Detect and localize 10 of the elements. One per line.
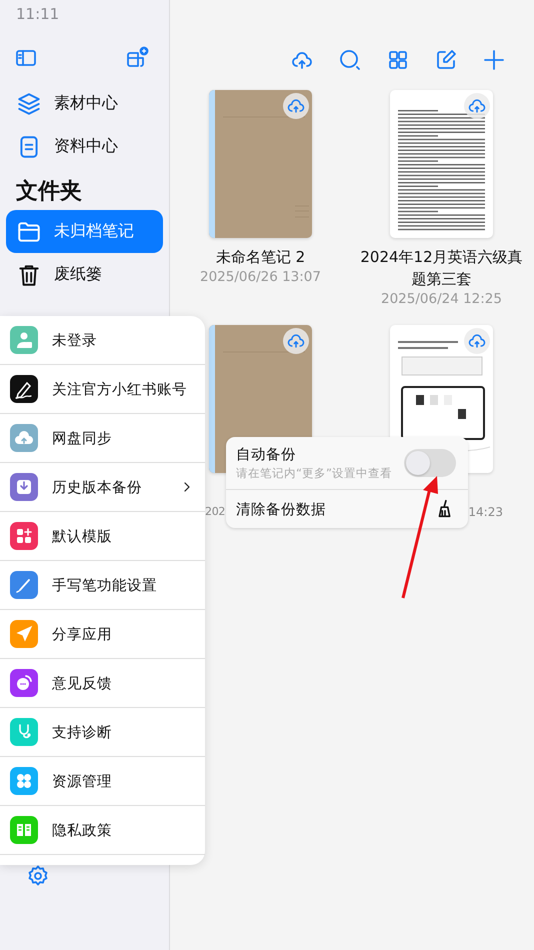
note-title: 2024年12月英语六级真题第三套: [359, 247, 524, 290]
setting-hint: 请在笔记内“更多”设置中查看: [236, 466, 393, 481]
note-date: 14:23: [468, 505, 503, 519]
section-header: 文件夹: [15, 178, 83, 206]
note-date: 202: [205, 505, 226, 518]
note-date: 2025/06/26 13:07: [200, 269, 321, 285]
note-date: 2025/06/24 12:25: [380, 291, 502, 307]
status-time: 11:11: [16, 5, 60, 23]
note-title: 未命名笔记 2: [214, 247, 306, 268]
setting-label: 自动备份: [236, 446, 297, 464]
